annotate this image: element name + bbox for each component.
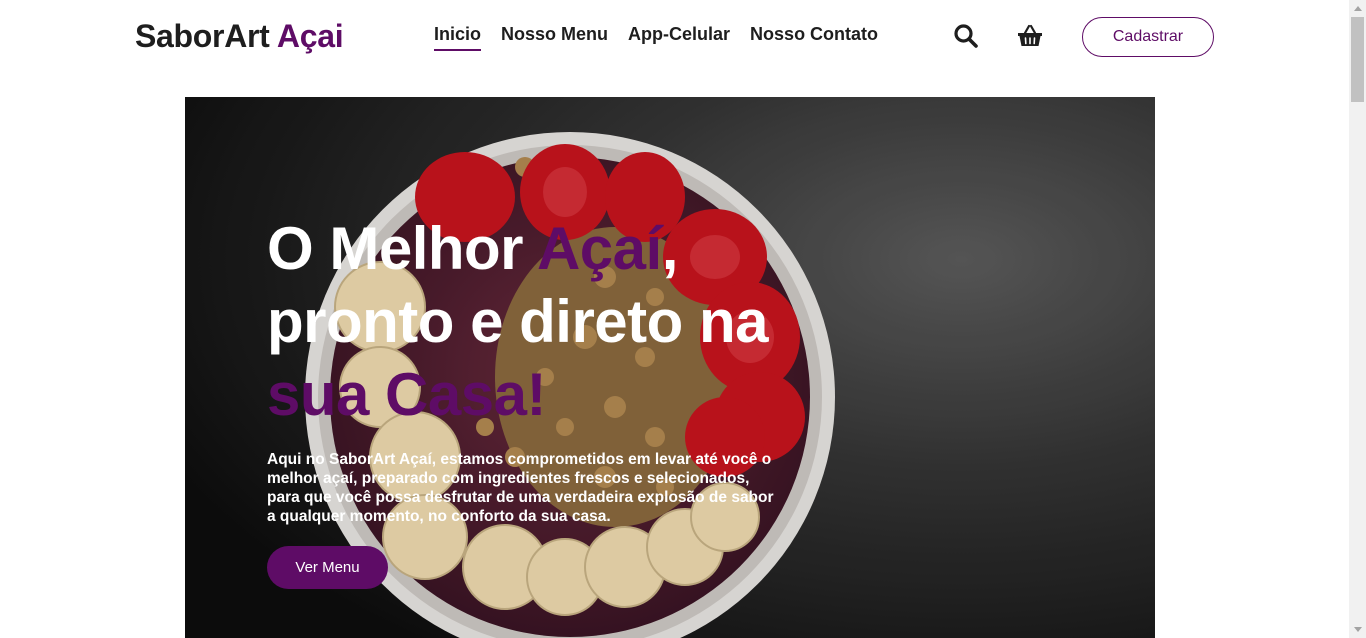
hero-title: O Melhor Açaí, pronto e direto na sua Ca…: [267, 212, 827, 431]
nav-link-inicio[interactable]: Inicio: [434, 22, 482, 51]
search-icon: [954, 24, 978, 48]
hero-title-line1b: Açaí: [536, 215, 662, 282]
view-menu-button[interactable]: Ver Menu: [267, 546, 388, 589]
main-nav: Inicio Nosso Menu App-Celular Nosso Cont…: [434, 22, 898, 51]
signup-button[interactable]: Cadastrar: [1082, 17, 1214, 57]
hero-title-line1c: ,: [661, 215, 679, 282]
scroll-up-arrow-icon[interactable]: [1349, 0, 1366, 17]
hero-banner: O Melhor Açaí, pronto e direto na sua Ca…: [185, 97, 1155, 638]
site-header: SaborArt Açai Inicio Nosso Menu App-Celu…: [0, 0, 1349, 75]
nav-link-app-celular[interactable]: App-Celular: [628, 22, 730, 51]
logo-text-accent: Açai: [276, 18, 344, 54]
hero-title-line3: sua Casa!: [267, 361, 546, 428]
basket-icon: [1018, 24, 1042, 46]
logo-text-main: SaborArt: [135, 18, 270, 54]
hero-title-line2: pronto e direto na: [267, 288, 769, 355]
scrollbar-thumb[interactable]: [1351, 17, 1364, 102]
hero-description: Aqui no SaborArt Açaí, estamos compromet…: [267, 451, 774, 525]
page: SaborArt Açai Inicio Nosso Menu App-Celu…: [0, 0, 1349, 638]
site-logo[interactable]: SaborArt Açai: [135, 16, 344, 56]
nav-link-nosso-menu[interactable]: Nosso Menu: [501, 22, 608, 51]
scroll-down-arrow-icon[interactable]: [1349, 621, 1366, 638]
search-button[interactable]: [952, 22, 980, 50]
hero-title-line1a: O Melhor: [267, 215, 537, 282]
nav-link-nosso-contato[interactable]: Nosso Contato: [750, 22, 878, 51]
vertical-scrollbar[interactable]: [1349, 0, 1366, 638]
cart-button[interactable]: [1016, 22, 1044, 50]
